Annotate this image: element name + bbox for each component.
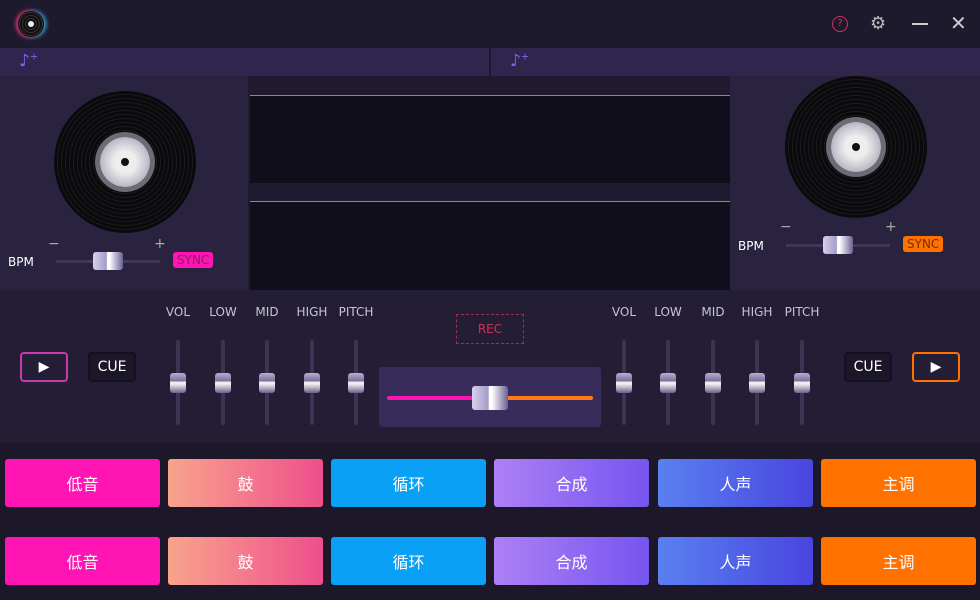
pad-button[interactable]: 低音 xyxy=(5,459,160,507)
bpm-label: BPM xyxy=(738,239,764,253)
fader-handle-pitch[interactable] xyxy=(348,372,364,393)
pad-button[interactable]: 低音 xyxy=(5,537,160,585)
minimize-button[interactable] xyxy=(912,23,928,25)
pad-grid: 低音鼓循环 合成 人声 主调 低音鼓循环 合成 人声 主调 xyxy=(0,443,980,600)
pad-button[interactable]: 人声 xyxy=(658,459,813,507)
app-logo-icon xyxy=(18,11,44,37)
right-waveform[interactable] xyxy=(250,201,730,290)
right-deck-header: ♪+ xyxy=(491,48,980,76)
bpm-plus[interactable]: + xyxy=(154,236,166,252)
fader-label-pitch: PITCH xyxy=(784,305,820,319)
right-deck: BPM − + SYNC xyxy=(730,76,980,290)
fader-handle-vol[interactable] xyxy=(616,372,632,393)
fader-handle-low[interactable] xyxy=(660,372,676,393)
mixer: ▶ CUE CUE ▶ VOL LOW MID HIGH PITCH VOL L… xyxy=(0,290,980,443)
pad-button[interactable]: 人声 xyxy=(658,537,813,585)
fader-handle-low[interactable] xyxy=(215,372,231,393)
fader-label-high: HIGH xyxy=(296,305,328,319)
pad-button[interactable]: 合成 xyxy=(494,459,649,507)
right-turntable[interactable] xyxy=(785,76,927,218)
bpm-minus[interactable]: − xyxy=(48,236,60,252)
fader-handle-high[interactable] xyxy=(304,372,320,393)
rec-button[interactable]: REC xyxy=(456,314,524,344)
fader-label-vol: VOL xyxy=(611,305,637,319)
pad-button[interactable]: 合成 xyxy=(494,537,649,585)
fader-handle-high[interactable] xyxy=(749,372,765,393)
left-cue-button[interactable]: CUE xyxy=(88,352,136,382)
bpm-slider-handle[interactable] xyxy=(823,236,853,254)
bpm-minus[interactable]: − xyxy=(780,219,792,235)
fader-handle-mid[interactable] xyxy=(259,372,275,393)
fader-handle-vol[interactable] xyxy=(170,372,186,393)
fader-label-mid: MID xyxy=(701,305,725,319)
play-icon: ▶ xyxy=(930,359,942,375)
right-play-button[interactable]: ▶ xyxy=(912,352,960,382)
fader-label-low: LOW xyxy=(654,305,682,319)
crossfader-panel xyxy=(379,367,601,427)
pad-button[interactable]: 鼓 xyxy=(168,537,323,585)
play-icon: ▶ xyxy=(38,359,50,375)
title-bar: ? ⚙ ✕ xyxy=(0,0,980,48)
left-waveform[interactable] xyxy=(250,95,730,183)
sync-button[interactable]: SYNC xyxy=(173,252,214,268)
fader-handle-pitch[interactable] xyxy=(794,372,810,393)
fader-label-mid: MID xyxy=(255,305,279,319)
left-play-button[interactable]: ▶ xyxy=(20,352,68,382)
pad-button[interactable]: 鼓 xyxy=(168,459,323,507)
right-cue-button[interactable]: CUE xyxy=(844,352,892,382)
left-deck-header: ♪+ xyxy=(0,48,489,76)
pad-button[interactable]: 循环 xyxy=(331,459,486,507)
bpm-slider-handle[interactable] xyxy=(93,252,123,270)
fader-label-vol: VOL xyxy=(165,305,191,319)
left-deck: BPM − + SYNC xyxy=(0,76,248,290)
bpm-plus[interactable]: + xyxy=(885,219,897,235)
bpm-label: BPM xyxy=(8,255,34,269)
fader-handle-mid[interactable] xyxy=(705,372,721,393)
add-music-icon[interactable]: ♪+ xyxy=(510,51,529,71)
sync-button[interactable]: SYNC xyxy=(903,236,944,252)
pad-button[interactable]: 循环 xyxy=(331,537,486,585)
help-button[interactable]: ? xyxy=(832,16,848,32)
add-music-icon[interactable]: ♪+ xyxy=(19,51,38,71)
fader-label-high: HIGH xyxy=(741,305,773,319)
fader-label-pitch: PITCH xyxy=(338,305,374,319)
pad-button[interactable]: 主调 xyxy=(821,459,976,507)
waveform-area xyxy=(248,76,730,290)
settings-button[interactable]: ⚙ xyxy=(870,13,886,34)
left-turntable[interactable] xyxy=(54,91,196,233)
close-button[interactable]: ✕ xyxy=(950,11,967,35)
pad-button[interactable]: 主调 xyxy=(821,537,976,585)
fader-label-low: LOW xyxy=(209,305,237,319)
crossfader-handle[interactable] xyxy=(472,386,508,410)
